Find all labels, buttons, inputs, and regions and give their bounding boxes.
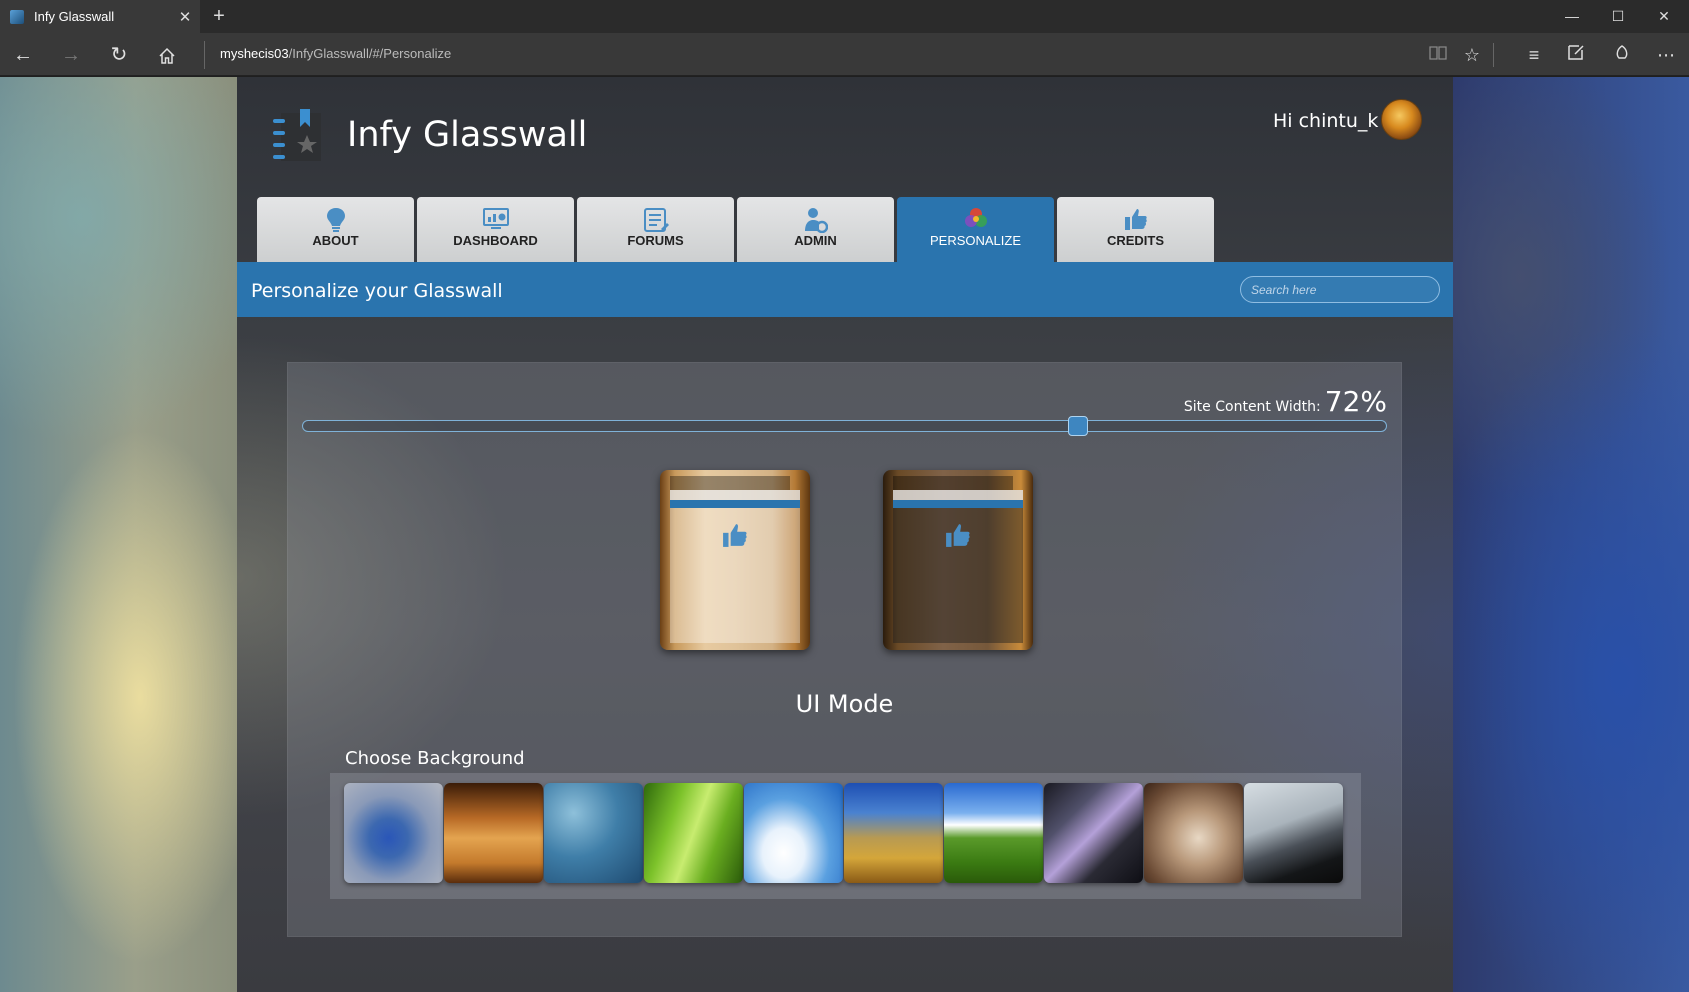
- background-green-grass[interactable]: [644, 783, 743, 883]
- tab-label: FORUMS: [627, 233, 684, 248]
- preview-banner: [893, 500, 1023, 508]
- tab-label: PERSONALIZE: [929, 233, 1022, 248]
- page-header-banner: Personalize your Glasswall: [237, 262, 1453, 317]
- lightbulb-icon: [257, 207, 414, 233]
- page-viewport: Infy Glasswall Hi chintu_k ABOUT DASHBOA…: [0, 77, 1689, 992]
- background-sleeping-puppy[interactable]: [1144, 783, 1243, 883]
- browser-tab-title: Infy Glasswall: [34, 9, 115, 24]
- url-path: /InfyGlasswall/#/Personalize: [288, 46, 452, 61]
- web-note-icon[interactable]: [1559, 38, 1593, 72]
- background-water-drops[interactable]: [544, 783, 643, 883]
- background-golden-field-blur[interactable]: [844, 783, 943, 883]
- share-icon[interactable]: [1605, 38, 1639, 72]
- search-input[interactable]: [1240, 276, 1440, 303]
- site-width-slider[interactable]: [302, 416, 1387, 436]
- tab-dashboard[interactable]: DASHBOARD: [417, 197, 574, 262]
- tab-forums[interactable]: FORUMS: [577, 197, 734, 262]
- background-blue-sky-clouds[interactable]: [744, 783, 843, 883]
- more-icon[interactable]: ⋯: [1649, 38, 1683, 72]
- home-button[interactable]: [150, 38, 184, 72]
- url-separator: [204, 41, 205, 69]
- background-picker: [330, 773, 1361, 899]
- ui-mode-light-preview[interactable]: [660, 470, 810, 650]
- thumbs-up-icon: [883, 520, 1033, 550]
- toolbar-separator: [1493, 43, 1494, 67]
- tab-about[interactable]: ABOUT: [257, 197, 414, 262]
- tab-label: DASHBOARD: [453, 233, 538, 248]
- color-wheel-icon: [897, 207, 1054, 233]
- site-width-value: 72%: [1324, 385, 1387, 418]
- preview-header: [893, 476, 1013, 490]
- maximize-button[interactable]: ☐: [1595, 0, 1641, 33]
- ui-mode-dark-preview[interactable]: [883, 470, 1033, 650]
- close-window-button[interactable]: ✕: [1641, 0, 1687, 33]
- site-width-label: Site Content Width:: [1183, 399, 1321, 415]
- refresh-button[interactable]: ↻: [102, 38, 136, 72]
- personalize-panel: Site Content Width: 72% UI Mode Choose B…: [287, 362, 1402, 937]
- tab-credits[interactable]: CREDITS: [1057, 197, 1214, 262]
- url-host: myshecis03: [220, 46, 289, 61]
- site-brand-title: Infy Glasswall: [347, 115, 588, 155]
- user-greeting: Hi chintu_k: [1273, 110, 1379, 132]
- hub-icon[interactable]: ≡: [1517, 38, 1551, 72]
- background-wheat-field[interactable]: [444, 783, 543, 883]
- preview-banner: [670, 500, 800, 508]
- tab-personalize[interactable]: PERSONALIZE: [897, 197, 1054, 262]
- preview-header: [670, 476, 790, 490]
- browser-tab[interactable]: Infy Glasswall ✕: [0, 0, 200, 33]
- choose-background-label: Choose Background: [345, 748, 525, 769]
- ui-mode-heading: UI Mode: [795, 690, 894, 718]
- tab-admin[interactable]: ADMIN: [737, 197, 894, 262]
- background-blur-blue[interactable]: [344, 783, 443, 883]
- address-bar: ← → ↻ myshecis03/InfyGlasswall/#/Persona…: [0, 33, 1689, 76]
- page-title: Personalize your Glasswall: [251, 280, 503, 302]
- thumbs-up-icon: [660, 520, 810, 550]
- close-tab-icon[interactable]: ✕: [170, 8, 200, 26]
- url-field[interactable]: myshecis03/InfyGlasswall/#/Personalize: [220, 46, 451, 61]
- monitor-chart-icon: [417, 207, 574, 233]
- tab-label: ADMIN: [794, 233, 837, 248]
- user-gear-icon: [737, 207, 894, 233]
- minimize-button[interactable]: —: [1549, 0, 1595, 33]
- slider-handle[interactable]: [1068, 416, 1088, 436]
- forum-list-icon: [577, 207, 734, 233]
- tab-label: CREDITS: [1106, 233, 1165, 248]
- tab-label: ABOUT: [312, 233, 359, 248]
- back-button[interactable]: ←: [6, 38, 40, 72]
- site-container: Infy Glasswall Hi chintu_k ABOUT DASHBOA…: [237, 77, 1453, 992]
- glasswall-logo-icon: [269, 107, 325, 163]
- new-tab-button[interactable]: +: [206, 4, 232, 30]
- forward-button[interactable]: →: [54, 38, 88, 72]
- site-favicon-icon: [10, 9, 24, 24]
- background-skyscrapers[interactable]: [1044, 783, 1143, 883]
- home-icon: [159, 47, 175, 64]
- favorite-star-icon[interactable]: ☆: [1455, 38, 1489, 72]
- background-green-meadow[interactable]: [944, 783, 1043, 883]
- user-avatar[interactable]: [1381, 99, 1422, 140]
- preview-tabs: [670, 490, 800, 500]
- preview-tabs: [893, 490, 1023, 500]
- thumbs-up-icon: [1057, 207, 1214, 233]
- reading-view-icon[interactable]: [1421, 38, 1455, 72]
- site-width-readout: Site Content Width: 72%: [1184, 385, 1387, 418]
- browser-tab-bar: Infy Glasswall ✕ + — ☐ ✕: [0, 0, 1689, 33]
- background-black-sand-beach[interactable]: [1244, 783, 1343, 883]
